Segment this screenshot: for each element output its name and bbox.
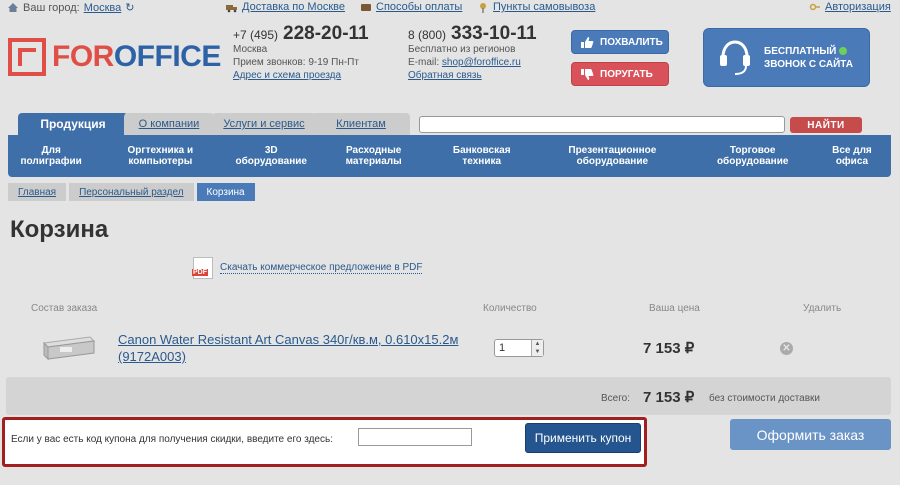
city-link[interactable]: Москва [84, 2, 122, 14]
praise-button[interactable]: ПОХВАЛИТЬ [571, 30, 669, 54]
pdf-download[interactable]: Скачать коммерческое предложение в PDF [192, 257, 423, 279]
category-printing[interactable]: Для полиграфии [8, 135, 94, 177]
phone-moscow-number[interactable]: 228-20-11 [283, 24, 369, 43]
coupon-section: Если у вас есть код купона для получения… [2, 417, 647, 467]
complain-button[interactable]: ПОРУГАТЬ [571, 62, 669, 86]
address-link[interactable]: Адрес и схема проезда [233, 70, 341, 81]
remove-item-icon[interactable]: ✕ [780, 342, 793, 355]
category-presentation[interactable]: Презентационное оборудование [532, 135, 692, 177]
delivery-link[interactable]: Доставка по Москве [242, 1, 345, 13]
category-3d[interactable]: 3D оборудование [226, 135, 316, 177]
feedback-link[interactable]: Обратная связь [408, 70, 482, 81]
quantity-value: 1 [499, 342, 506, 354]
quantity-stepper[interactable]: 1 ▲ ▼ [494, 339, 544, 357]
thumbs-up-icon [581, 36, 594, 48]
header-remove: Удалить [803, 303, 842, 314]
header-quantity: Количество [483, 303, 537, 314]
category-consumables[interactable]: Расходные материалы [316, 135, 431, 177]
item-price: 7 153 ₽ [643, 340, 695, 357]
tab-products[interactable]: Продукция [18, 113, 128, 135]
city-selector[interactable]: Ваш город: Москва ↻ [7, 1, 134, 14]
search-input[interactable] [419, 116, 785, 133]
callback-line2: ЗВОНОК С САЙТА [764, 58, 853, 70]
phone-free-block: 8 (800) 333-10-11 Бесплатно из регионов … [408, 24, 537, 82]
top-bar: Ваш город: Москва ↻ Доставка по Москве С… [0, 0, 900, 16]
header-price: Ваша цена [649, 303, 700, 314]
phone-hours: Прием звонков: 9-19 Пн-Пт [233, 57, 359, 68]
free-callback-button[interactable]: БЕСПЛАТНЫЙ ЗВОНОК С САЙТА [703, 28, 870, 87]
refresh-icon[interactable]: ↻ [125, 1, 134, 14]
search-button[interactable]: НАЙТИ [790, 117, 862, 133]
email-link[interactable]: shop@foroffice.ru [442, 57, 521, 68]
product-image[interactable] [42, 333, 96, 361]
phone-free-number[interactable]: 333-10-11 [451, 24, 537, 43]
online-status-icon [839, 46, 848, 55]
increment-icon[interactable]: ▲ [532, 340, 543, 348]
product-name-link[interactable]: Canon Water Resistant Art Canvas 340г/кв… [118, 331, 478, 365]
page-title: Корзина [10, 216, 109, 243]
total-label: Всего: [601, 393, 630, 404]
category-office-supplies[interactable]: Все для офиса [813, 135, 891, 177]
pdf-download-link[interactable]: Скачать коммерческое предложение в PDF [220, 262, 423, 274]
category-office-equipment[interactable]: Оргтехника и компьютеры [94, 135, 226, 177]
tab-about[interactable]: О компании [124, 113, 214, 135]
category-nav: Для полиграфии Оргтехника и компьютеры 3… [8, 135, 891, 177]
city-label: Ваш город: [23, 1, 80, 14]
login-link[interactable]: Авторизация [825, 1, 891, 13]
key-icon [809, 3, 820, 10]
logo-mark-icon [8, 38, 46, 76]
breadcrumb-home[interactable]: Главная [8, 183, 67, 201]
pdf-icon [192, 257, 213, 279]
coupon-label: Если у вас есть код купона для получения… [11, 434, 333, 445]
phone-moscow-code: +7 (495) [233, 28, 279, 42]
category-retail[interactable]: Торговое оборудование [692, 135, 812, 177]
phone-free-code: 8 (800) [408, 28, 447, 42]
pin-icon [480, 2, 486, 13]
phone-free-note: Бесплатно из регионов [408, 44, 516, 55]
phone-moscow-city: Москва [233, 44, 268, 55]
tab-clients[interactable]: Клиентам [312, 113, 410, 135]
tab-services[interactable]: Услуги и сервис [212, 113, 316, 135]
breadcrumb-cart: Корзина [196, 183, 255, 201]
breadcrumb: Главная Персональный раздел Корзина [8, 183, 258, 201]
logo-text-for: FOR [52, 40, 114, 73]
callback-line1: БЕСПЛАТНЫЙ [764, 45, 837, 57]
home-icon [8, 3, 18, 12]
wallet-icon [361, 3, 371, 11]
praise-label: ПОХВАЛИТЬ [600, 36, 663, 48]
logo-text-office: OFFICE [113, 40, 222, 73]
payment-link[interactable]: Способы оплаты [376, 1, 462, 13]
email-label: E-mail: [408, 57, 440, 68]
coupon-input[interactable] [358, 428, 472, 446]
header-composition: Состав заказа [31, 303, 98, 314]
thumbs-down-icon [581, 68, 594, 80]
decrement-icon[interactable]: ▼ [532, 348, 543, 356]
breadcrumb-personal[interactable]: Персональный раздел [69, 183, 194, 201]
truck-icon [226, 4, 237, 12]
total-note: без стоимости доставки [709, 393, 821, 404]
complain-label: ПОРУГАТЬ [600, 68, 653, 80]
apply-coupon-button[interactable]: Применить купон [525, 423, 641, 453]
total-price: 7 153 ₽ [643, 389, 695, 406]
checkout-button[interactable]: Оформить заказ [730, 419, 891, 450]
headset-icon [720, 39, 750, 75]
site-logo[interactable]: FOROFFICE [8, 38, 221, 76]
phone-moscow-block: +7 (495) 228-20-11 Москва Прием звонков:… [233, 24, 369, 82]
pickup-link[interactable]: Пункты самовывоза [493, 1, 595, 13]
category-banking[interactable]: Банковская техника [431, 135, 532, 177]
